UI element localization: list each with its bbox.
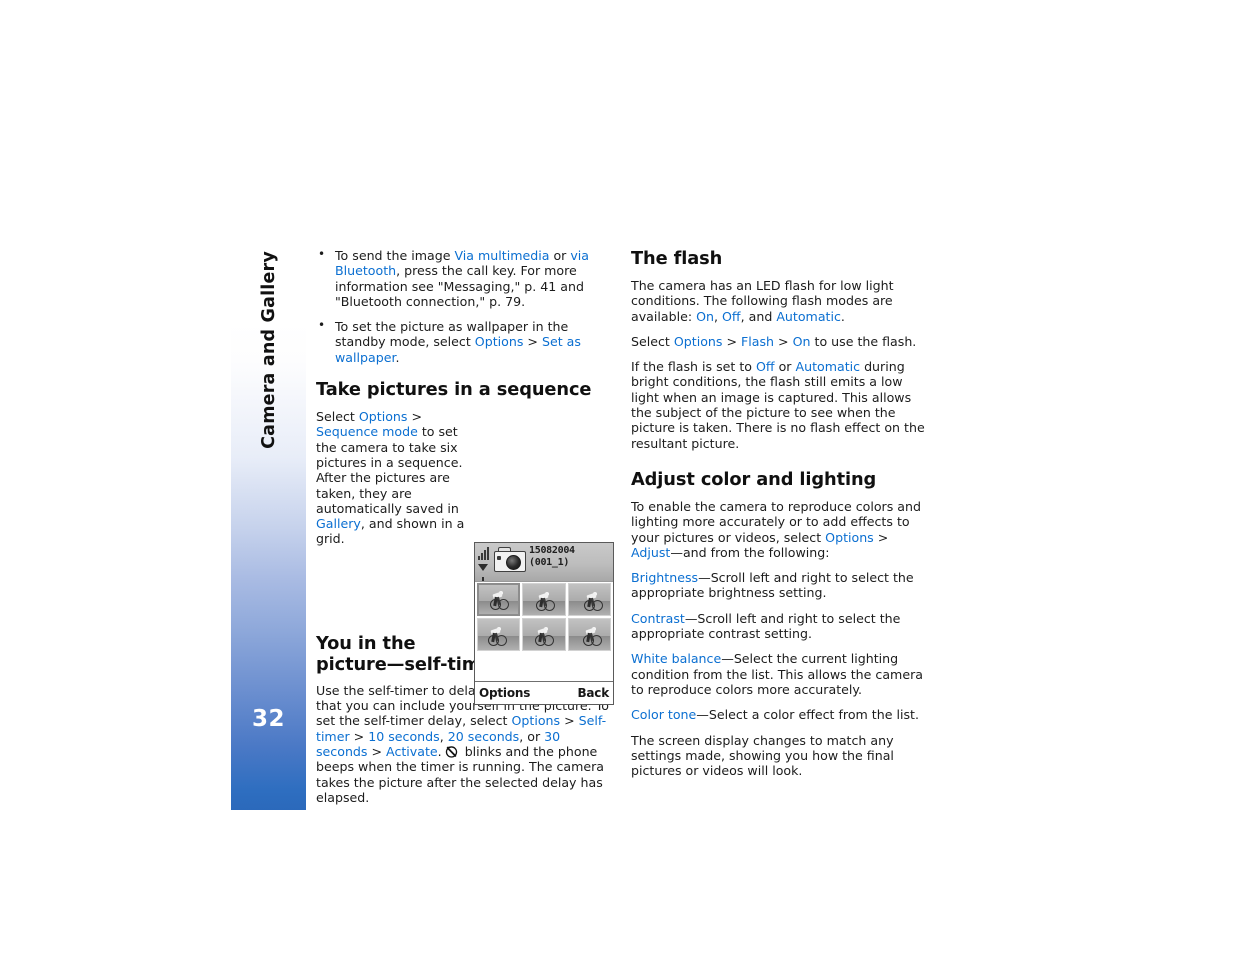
camera-icon [494,547,526,573]
thumbnail-grid [475,582,613,653]
adjust-item-contrast: Contrast—Scroll left and right to select… [631,610,901,642]
phone-status-bar: 15082004 (001_1) [475,543,613,583]
signal-bars-icon [478,546,491,561]
inline-ui-reference: 20 seconds [447,728,520,744]
inline-ui-reference: White balance [631,651,722,667]
thumbnail-1[interactable] [477,583,521,617]
inline-ui-reference: Via multimedia [454,248,550,263]
inline-ui-reference: Adjust [631,544,671,560]
inline-ui-reference: Brightness [631,570,699,586]
inline-ui-reference: On [696,308,714,324]
inline-ui-reference: Automatic [776,308,841,324]
heading-the-flash: The flash [631,248,723,269]
inline-ui-reference: Options [474,334,524,350]
inline-ui-reference: Gallery [316,516,361,532]
inline-ui-reference: Sequence mode [316,424,418,440]
list-item: To set the picture as wallpaper in the s… [316,318,612,365]
closing-paragraph: The screen display changes to match any … [631,732,894,779]
inline-ui-reference: Options [511,713,561,729]
phone-capture-label: 15082004 (001_1) [529,545,575,568]
inline-ui-reference: Contrast [631,610,685,626]
heading-take-pictures-in-a-sequence: Take pictures in a sequence [316,379,592,401]
adjust-item-white-balance: White balance—Select the current lightin… [631,651,923,697]
inline-ui-reference: Options [358,409,408,425]
inline-ui-reference: Options [673,333,723,349]
inline-ui-reference: Off [755,359,775,375]
bullet-text-0: To send the image Via multimedia or via … [335,248,589,309]
thumbnail-2[interactable] [522,583,566,617]
inline-ui-reference: Color tone [631,707,697,723]
bullet-list: To send the image Via multimedia or via … [316,247,612,365]
flash-paragraph-1: The camera has an LED flash for low ligh… [631,278,894,324]
flash-paragraph-3: If the flash is set to Off or Automatic … [631,359,925,451]
capture-date: 15082004 [529,545,575,557]
page-number: 32 [251,706,285,732]
bullet-text-1: To set the picture as wallpaper in the s… [335,319,581,365]
antenna-icon [478,564,488,582]
sequence-block: Select Options > Sequence mode to set th… [316,409,614,706]
thumbnail-5[interactable] [522,618,566,652]
inline-ui-reference: Automatic [795,359,861,375]
softkey-options[interactable]: Options [479,686,530,700]
thumbnail-4[interactable] [477,618,521,652]
inline-ui-reference: Off [722,308,741,324]
thumbnail-3[interactable] [567,583,611,617]
inline-ui-reference: Flash [741,333,775,349]
inline-ui-reference: Options [825,529,874,545]
inline-ui-reference: On [792,333,811,349]
flash-paragraph-2: Select Options > Flash > On to use the f… [631,333,917,349]
phone-empty-area [475,653,613,682]
phone-screenshot-figure: 15082004 (001_1) Options Back [474,542,614,706]
right-column: The flash The camera has an LED flash fo… [631,248,929,790]
adjust-paragraph-1: To enable the camera to reproduce colors… [631,498,921,560]
adjust-item-color-tone: Color tone—Select a color effect from th… [631,707,919,723]
capture-index: (001_1) [529,556,570,568]
list-item: To send the image Via multimedia or via … [316,247,612,309]
adjust-item-brightness: Brightness—Scroll left and right to sele… [631,570,914,601]
chapter-sidebar: Camera and Gallery 32 [231,169,306,810]
softkey-back[interactable]: Back [577,686,609,700]
heading-adjust-color-and-lighting: Adjust color and lighting [631,468,877,490]
self-timer-icon [445,745,458,758]
inline-ui-reference: 10 seconds [368,728,440,744]
heading-line-1: You in the [316,632,416,654]
left-column: To send the image Via multimedia or via … [316,247,614,817]
sequence-paragraph: Select Options > Sequence mode to set th… [316,409,465,547]
thumbnail-6[interactable] [567,618,611,652]
phone-softkey-bar: Options Back [475,681,613,705]
inline-ui-reference: Activate [386,743,438,759]
